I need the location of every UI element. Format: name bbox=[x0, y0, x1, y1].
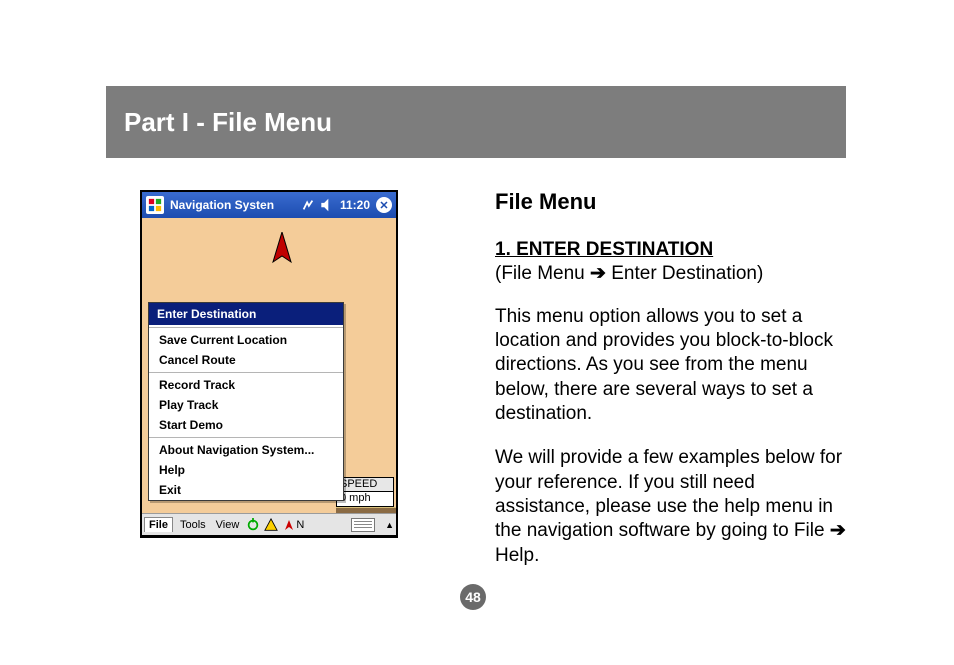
paragraph-1: This menu option allows you to set a loc… bbox=[495, 305, 847, 427]
titlebar: Navigation Systen 11:20 ✕ bbox=[142, 192, 396, 218]
menu-item-exit[interactable]: Exit bbox=[149, 480, 343, 500]
toolbar-view[interactable]: View bbox=[213, 519, 243, 531]
titlebar-icons bbox=[301, 198, 334, 212]
menu-item-start-demo[interactable]: Start Demo bbox=[149, 415, 343, 435]
toolbar-tools[interactable]: Tools bbox=[177, 519, 209, 531]
menu-item-cancel-route[interactable]: Cancel Route bbox=[149, 350, 343, 370]
toolbar-file[interactable]: File bbox=[144, 517, 173, 532]
menu-separator bbox=[149, 372, 343, 373]
document-body: File Menu 1. ENTER DESTINATION (File Men… bbox=[495, 188, 847, 588]
page-number-badge: 48 bbox=[460, 584, 486, 610]
menu-item-help[interactable]: Help bbox=[149, 460, 343, 480]
paragraph-2: We will provide a few examples below for… bbox=[495, 446, 847, 568]
sip-up-arrow-icon[interactable]: ▲ bbox=[385, 520, 394, 530]
titlebar-clock: 11:20 bbox=[340, 198, 370, 212]
close-icon[interactable]: ✕ bbox=[376, 197, 392, 213]
arrow-icon: ➔ bbox=[590, 263, 606, 284]
item-title: 1. ENTER DESTINATION bbox=[495, 238, 847, 262]
menu-item-save-location[interactable]: Save Current Location bbox=[149, 330, 343, 350]
menu-item-enter-destination[interactable]: Enter Destination bbox=[149, 303, 343, 325]
speed-value: 0 mph bbox=[337, 492, 393, 506]
windows-start-icon[interactable] bbox=[146, 196, 164, 214]
menu-separator bbox=[149, 437, 343, 438]
warning-icon[interactable] bbox=[264, 518, 278, 532]
menu-separator bbox=[149, 327, 343, 328]
speed-label: SPEED bbox=[337, 478, 393, 493]
pda-screenshot: Navigation Systen 11:20 ✕ SPEED 0 mph En… bbox=[140, 190, 398, 538]
menu-item-about[interactable]: About Navigation System... bbox=[149, 440, 343, 460]
menu-item-record-track[interactable]: Record Track bbox=[149, 375, 343, 395]
arrow-icon: ➔ bbox=[830, 520, 846, 541]
keyboard-toggle-icon[interactable] bbox=[351, 518, 375, 532]
page-header-band: Part I - File Menu bbox=[106, 86, 846, 158]
menu-item-play-track[interactable]: Play Track bbox=[149, 395, 343, 415]
section-title: File Menu bbox=[495, 188, 847, 216]
bottom-toolbar: File Tools View N ▲ bbox=[142, 513, 396, 535]
titlebar-app-name: Navigation Systen bbox=[170, 198, 295, 212]
file-menu-popup: Enter Destination Save Current Location … bbox=[148, 302, 344, 501]
toolbar-north-indicator[interactable]: N bbox=[282, 519, 307, 531]
page-header-title: Part I - File Menu bbox=[124, 107, 332, 138]
connectivity-icon[interactable] bbox=[301, 198, 315, 212]
speed-indicator: SPEED 0 mph bbox=[336, 477, 394, 507]
breadcrumb-path: (File Menu ➔ Enter Destination) bbox=[495, 262, 847, 286]
volume-icon[interactable] bbox=[320, 198, 334, 212]
gps-status-icon[interactable] bbox=[246, 518, 260, 532]
